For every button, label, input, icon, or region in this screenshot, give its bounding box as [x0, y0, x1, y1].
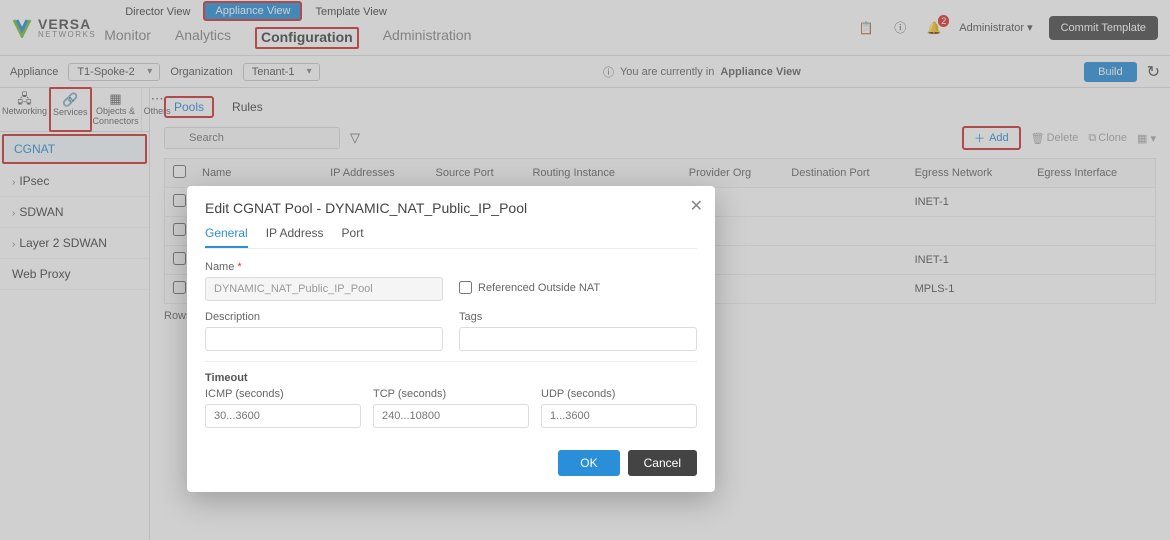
modal-title: Edit CGNAT Pool - DYNAMIC_NAT_Public_IP_… [205, 200, 697, 216]
description-label: Description [205, 311, 443, 323]
edit-cgnat-pool-modal: ✕ Edit CGNAT Pool - DYNAMIC_NAT_Public_I… [187, 186, 715, 492]
udp-field[interactable] [541, 404, 697, 428]
tags-field[interactable] [459, 327, 697, 351]
ok-button[interactable]: OK [558, 450, 619, 476]
modal-tab-port[interactable]: Port [342, 226, 364, 248]
cancel-button[interactable]: Cancel [628, 450, 697, 476]
tags-label: Tags [459, 311, 697, 323]
referenced-outside-nat[interactable]: Referenced Outside NAT [459, 281, 697, 294]
modal-tabs: General IP Address Port [205, 226, 697, 249]
close-icon[interactable]: ✕ [690, 196, 703, 216]
udp-label: UDP (seconds) [541, 388, 697, 400]
referenced-outside-nat-checkbox[interactable] [459, 281, 472, 294]
tcp-field[interactable] [373, 404, 529, 428]
modal-tab-ip[interactable]: IP Address [266, 226, 324, 248]
name-label: Name * [205, 261, 443, 273]
icmp-label: ICMP (seconds) [205, 388, 361, 400]
modal-tab-general[interactable]: General [205, 226, 248, 248]
timeout-header: Timeout [205, 372, 697, 384]
description-field[interactable] [205, 327, 443, 351]
name-field[interactable] [205, 277, 443, 301]
icmp-field[interactable] [205, 404, 361, 428]
tcp-label: TCP (seconds) [373, 388, 529, 400]
